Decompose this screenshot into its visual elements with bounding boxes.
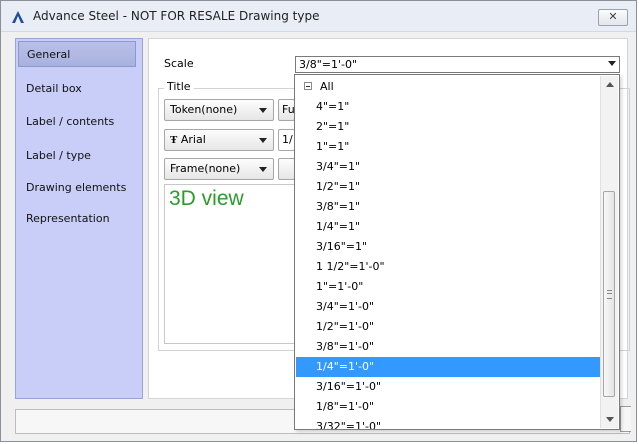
list-item-selected[interactable]: 1/4"=1'-0" — [296, 357, 601, 377]
list-item-label: 3/16"=1'-0" — [316, 380, 382, 393]
list-item-label: 3/4"=1'-0" — [316, 300, 375, 313]
list-item[interactable]: 3/32"=1'-0" — [296, 417, 601, 429]
tree-root-item[interactable]: All — [296, 77, 601, 97]
list-item-label: 1/2"=1" — [316, 180, 361, 193]
list-item-label: 3/4"=1" — [316, 160, 361, 173]
scale-dropdown[interactable]: 3/8"=1'-0" — [295, 56, 620, 73]
sidebar-item-drawing-elements[interactable]: Drawing elements — [18, 175, 144, 201]
list-item[interactable]: 3/8"=1" — [296, 197, 601, 217]
token-dropdown[interactable]: Token(none) — [164, 99, 274, 121]
list-item[interactable]: 1"=1'-0" — [296, 277, 601, 297]
list-item[interactable]: 3/8"=1'-0" — [296, 337, 601, 357]
grip-icon — [607, 290, 612, 299]
token-format-value: Fu — [282, 103, 295, 116]
sidebar-item-label-type[interactable]: Label / type — [18, 143, 144, 169]
drawing-type-dialog: Advance Steel - NOT FOR RESALE Drawing t… — [0, 0, 637, 442]
chevron-down-icon — [259, 167, 267, 172]
font-dropdown[interactable]: Ŧ Arial — [164, 129, 274, 151]
preview-text: 3D view — [169, 187, 244, 210]
scroll-up-icon[interactable] — [601, 76, 618, 93]
footer-button[interactable] — [620, 406, 631, 432]
scale-dropdown-list: All 4"=1" 2"=1" 1"=1" 3/4"=1" 1/2"=1" 3/… — [294, 74, 620, 430]
list-item[interactable]: 1/8"=1'-0" — [296, 397, 601, 417]
list-item-label: 1"=1'-0" — [316, 280, 364, 293]
list-item-label: 4"=1" — [316, 100, 350, 113]
close-button[interactable]: ✕ — [598, 9, 628, 26]
title-group-label: Title — [164, 80, 194, 93]
sidebar-item-label: General — [27, 48, 71, 61]
scale-label: Scale — [164, 57, 194, 70]
sidebar-item-label: Label / contents — [26, 115, 115, 128]
sidebar-item-label-contents[interactable]: Label / contents — [18, 109, 144, 135]
list-item-label: 3/32"=1'-0" — [316, 420, 382, 429]
title-bar: Advance Steel - NOT FOR RESALE Drawing t… — [1, 1, 636, 32]
list-item-label: 2"=1" — [316, 120, 350, 133]
list-item-label: 1/4"=1" — [316, 220, 361, 233]
list-item-label: 1/2"=1'-0" — [316, 320, 375, 333]
sidebar-item-general[interactable]: General — [18, 41, 136, 67]
chevron-down-icon — [608, 61, 616, 66]
sidebar-item-label: Drawing elements — [26, 181, 127, 194]
frame-value: Frame(none) — [170, 162, 241, 175]
list-item-label: 1"=1" — [316, 140, 350, 153]
list-item[interactable]: 3/16"=1" — [296, 237, 601, 257]
list-item-label: 3/8"=1" — [316, 200, 361, 213]
list-item-label: 1/4"=1'-0" — [316, 360, 375, 373]
frame-option-button[interactable] — [278, 158, 295, 180]
collapse-icon[interactable] — [304, 82, 312, 90]
list-item-label: 1 1/2"=1'-0" — [316, 260, 385, 273]
scale-selected-value: 3/8"=1'-0" — [299, 58, 358, 71]
list-item[interactable]: 1 1/2"=1'-0" — [296, 257, 601, 277]
list-item[interactable]: 1/2"=1'-0" — [296, 317, 601, 337]
list-item[interactable]: 4"=1" — [296, 97, 601, 117]
window-title: Advance Steel - NOT FOR RESALE Drawing t… — [33, 9, 320, 23]
chevron-down-icon — [259, 108, 267, 113]
frame-dropdown[interactable]: Frame(none) — [164, 158, 274, 180]
list-item-label: 3/16"=1" — [316, 240, 368, 253]
list-item[interactable]: 3/16"=1'-0" — [296, 377, 601, 397]
token-value: Token(none) — [170, 103, 238, 116]
list-item[interactable]: 3/4"=1" — [296, 157, 601, 177]
scrollbar-thumb[interactable] — [603, 191, 615, 397]
sidebar-item-representation[interactable]: Representation — [18, 206, 144, 232]
chevron-down-icon — [259, 138, 267, 143]
font-value: Arial — [180, 133, 206, 146]
font-type-icon: Ŧ — [170, 134, 178, 146]
sidebar: General Detail box Label / contents Labe… — [15, 38, 143, 399]
list-item-label: 1/8"=1'-0" — [316, 400, 375, 413]
close-icon: ✕ — [608, 10, 618, 23]
list-item[interactable]: 1/4"=1" — [296, 217, 601, 237]
dropdown-scrollbar[interactable] — [600, 76, 618, 428]
tree-root-label: All — [320, 80, 334, 93]
list-item[interactable]: 1"=1" — [296, 137, 601, 157]
token-format-dropdown[interactable]: Fu — [278, 99, 295, 121]
title-preview: 3D view — [164, 184, 296, 344]
sidebar-item-label: Detail box — [26, 82, 82, 95]
list-item[interactable]: 1/2"=1" — [296, 177, 601, 197]
font-size-field[interactable]: 1/ — [278, 129, 295, 151]
sidebar-item-label: Representation — [26, 212, 110, 225]
list-item[interactable]: 2"=1" — [296, 117, 601, 137]
advance-steel-logo-icon — [12, 11, 24, 23]
font-size-value: 1/ — [282, 133, 293, 146]
sidebar-item-detail-box[interactable]: Detail box — [18, 76, 144, 102]
list-item[interactable]: 3/4"=1'-0" — [296, 297, 601, 317]
list-item-label: 3/8"=1'-0" — [316, 340, 375, 353]
sidebar-item-label: Label / type — [26, 149, 91, 162]
scroll-down-icon[interactable] — [601, 411, 618, 428]
